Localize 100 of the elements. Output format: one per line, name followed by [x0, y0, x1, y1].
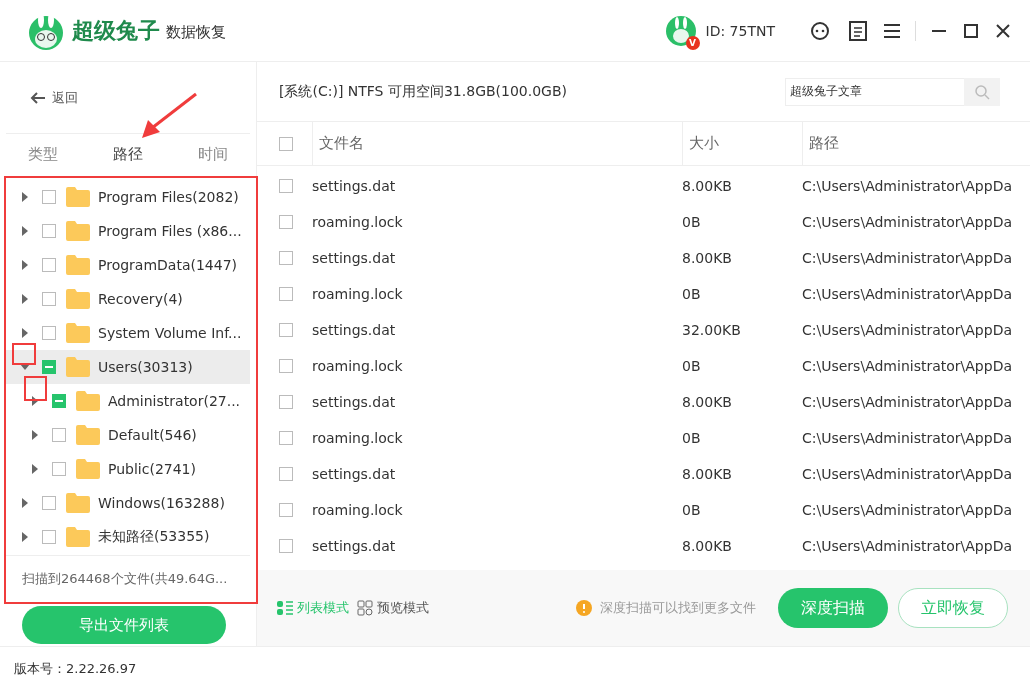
- maximize-icon[interactable]: [962, 21, 980, 40]
- file-size: 8.00KB: [682, 250, 733, 266]
- file-path: C:\Users\Administrator\AppDa: [802, 250, 1013, 266]
- file-size: 32.00KB: [682, 322, 742, 338]
- search-field[interactable]: 超级兔子文章: [785, 77, 964, 106]
- file-size: 8.00KB: [682, 466, 733, 482]
- folder-icon: [66, 255, 90, 275]
- file-size: 0B: [682, 358, 702, 374]
- folder-name: 未知路径(53355): [98, 528, 210, 546]
- file-name: settings.dat: [312, 178, 397, 194]
- folder-icon: [66, 187, 90, 207]
- checkbox[interactable]: [42, 530, 56, 544]
- version-text: 版本号：2.22.26.97: [14, 659, 137, 678]
- file-name: settings.dat: [312, 250, 397, 266]
- file-name: roaming.lock: [312, 286, 404, 302]
- folder-icon: [66, 289, 90, 309]
- grid-view-icon: [357, 600, 373, 616]
- folder-icon: [76, 391, 100, 411]
- file-name: settings.dat: [312, 538, 397, 554]
- folder-icon: [66, 357, 90, 377]
- checkbox[interactable]: [279, 467, 293, 481]
- folder-name: Windows(163288): [98, 495, 225, 511]
- checkbox[interactable]: [42, 190, 56, 204]
- file-name: roaming.lock: [312, 358, 404, 374]
- folder-name: Default(546): [108, 427, 197, 443]
- folder-name: Administrator(27...: [108, 393, 241, 409]
- checkbox[interactable]: [52, 428, 66, 442]
- tab[interactable]: 路径: [85, 144, 171, 164]
- file-size: 8.00KB: [682, 178, 733, 194]
- folder-name: Public(2741): [108, 461, 196, 477]
- folder-icon: [76, 425, 100, 445]
- search-icon[interactable]: [964, 77, 1000, 106]
- file-path: C:\Users\Administrator\AppDa: [802, 502, 1013, 518]
- checkbox[interactable]: [42, 258, 56, 272]
- checkbox[interactable]: [279, 539, 293, 553]
- file-size: 0B: [682, 502, 702, 518]
- checkbox[interactable]: [279, 179, 293, 193]
- checkbox[interactable]: [279, 395, 293, 409]
- file-size: 8.00KB: [682, 394, 733, 410]
- folder-icon: [66, 493, 90, 513]
- checkbox[interactable]: [42, 496, 56, 510]
- checkbox[interactable]: [42, 292, 56, 306]
- column-header: 大小: [682, 122, 802, 165]
- folder-name: ProgramData(1447): [98, 257, 238, 273]
- close-icon[interactable]: [994, 21, 1012, 40]
- file-path: C:\Users\Administrator\AppDa: [802, 322, 1013, 338]
- folder-icon: [66, 221, 90, 241]
- tab[interactable]: 类型: [0, 144, 86, 164]
- file-path: C:\Users\Administrator\AppDa: [802, 214, 1013, 230]
- checkbox[interactable]: [42, 224, 56, 238]
- folder-name: Recovery(4): [98, 291, 183, 307]
- annotation-arrow: [140, 92, 198, 140]
- file-name: settings.dat: [312, 466, 397, 482]
- checkbox[interactable]: [279, 215, 293, 229]
- view-mode-button[interactable]: 预览模式: [357, 599, 429, 617]
- folder-name: System Volume Inf...: [98, 325, 242, 341]
- checkbox[interactable]: [279, 431, 293, 445]
- checkbox[interactable]: [42, 326, 56, 340]
- folder-icon: [66, 527, 90, 547]
- file-name: roaming.lock: [312, 214, 404, 230]
- checkbox[interactable]: [279, 503, 293, 517]
- file-size: 0B: [682, 286, 702, 302]
- support-icon[interactable]: [809, 19, 831, 42]
- file-name: settings.dat: [312, 394, 397, 410]
- column-header: 文件名: [312, 122, 682, 165]
- checkbox[interactable]: [42, 360, 56, 374]
- list-view-icon: [277, 600, 293, 616]
- select-all-checkbox[interactable]: [279, 136, 293, 151]
- drive-info: [系统(C:)] NTFS 可用空间31.8GB(100.0GB): [279, 82, 568, 101]
- scan-summary: 扫描到264468个文件(共49.64G...: [21, 570, 229, 588]
- brand-name: 超级兔子: [72, 16, 160, 45]
- file-path: C:\Users\Administrator\AppDa: [802, 286, 1013, 302]
- hint-text: 深度扫描可以找到更多文件: [600, 599, 756, 617]
- file-path: C:\Users\Administrator\AppDa: [802, 466, 1013, 482]
- file-path: C:\Users\Administrator\AppDa: [802, 430, 1013, 446]
- tree-item[interactable]: Users(30313): [6, 350, 250, 384]
- folder-name: Program Files(2082): [98, 189, 239, 205]
- menu-icon[interactable]: [883, 22, 901, 39]
- column-header: 路径: [802, 122, 1030, 165]
- checkbox[interactable]: [52, 462, 66, 476]
- folder-name: Program Files (x86...: [98, 223, 242, 239]
- checkbox[interactable]: [279, 323, 293, 337]
- product-name: 数据恢复: [166, 23, 226, 42]
- checkbox[interactable]: [52, 394, 66, 408]
- user-id: ID: 75TNT: [705, 22, 775, 39]
- file-path: C:\Users\Administrator\AppDa: [802, 394, 1013, 410]
- file-name: settings.dat: [312, 322, 397, 338]
- folder-icon: [66, 323, 90, 343]
- checkbox[interactable]: [279, 287, 293, 301]
- checkbox[interactable]: [279, 359, 293, 373]
- folder-icon: [76, 459, 100, 479]
- folder-name: Users(30313): [98, 359, 193, 375]
- tab[interactable]: 时间: [170, 144, 256, 164]
- back-arrow-icon: [30, 90, 46, 105]
- file-path: C:\Users\Administrator\AppDa: [802, 178, 1013, 194]
- warning-icon: [576, 600, 592, 616]
- file-name: roaming.lock: [312, 430, 404, 446]
- file-size: 0B: [682, 214, 702, 230]
- file-size: 8.00KB: [682, 538, 733, 554]
- checkbox[interactable]: [279, 251, 293, 265]
